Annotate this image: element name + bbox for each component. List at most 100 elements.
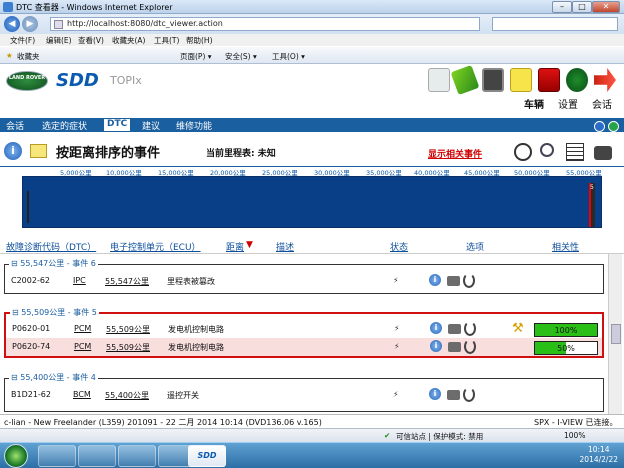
minimize-button[interactable]: – <box>552 1 572 13</box>
distance-link[interactable]: 55,547公里 <box>105 276 149 287</box>
tab-advice[interactable]: 建议 <box>142 119 160 132</box>
info-icon[interactable]: i <box>429 388 441 400</box>
col-description[interactable]: 描述 <box>276 240 294 253</box>
tab-symptoms[interactable]: 选定的症状 <box>42 119 87 132</box>
menu-favorites[interactable]: 收藏夹(A) <box>112 35 145 46</box>
favorites-button[interactable]: 收藏夹 <box>17 51 40 62</box>
event-title[interactable]: ⊟ 55,547公里 - 事件 6 <box>9 258 98 269</box>
menu-help[interactable]: 帮助(H) <box>186 35 213 46</box>
distance-link[interactable]: 55,400公里 <box>105 390 149 401</box>
col-distance[interactable]: 距离 <box>226 240 244 253</box>
distance-link[interactable]: 55,509公里 <box>106 324 150 335</box>
notepad-icon[interactable] <box>482 68 504 92</box>
event-group: ⊟ 55,400公里 - 事件 4 B1D21-62 BCM 55,400公里 … <box>4 372 604 412</box>
stethoscope-icon[interactable] <box>464 339 476 354</box>
globe-icon[interactable] <box>566 68 588 92</box>
topix-link[interactable]: TOPIx <box>110 74 142 87</box>
event-timeline[interactable]: 5 <box>22 176 602 228</box>
col-relevance[interactable]: 相关性 <box>552 240 579 253</box>
distance-scale: 5,000公里 10,000公里 15,000公里 20,000公里 25,00… <box>0 166 624 177</box>
tab-dtc[interactable]: DTC <box>104 119 131 131</box>
stethoscope-icon[interactable] <box>464 321 476 336</box>
link-session[interactable]: 会话 <box>592 96 612 111</box>
list-icon[interactable] <box>566 143 584 161</box>
maximize-button[interactable]: □ <box>572 1 592 13</box>
taskbar-media[interactable] <box>118 445 156 467</box>
status-wave-icon: ⚡ <box>393 276 399 285</box>
col-status[interactable]: 状态 <box>390 240 408 253</box>
stethoscope-icon[interactable] <box>463 273 475 288</box>
event-title[interactable]: ⊟ 55,509公里 - 事件 5 <box>10 307 99 318</box>
link-settings[interactable]: 设置 <box>558 96 578 111</box>
camera-icon[interactable] <box>448 324 461 334</box>
scrollbar-thumb[interactable] <box>611 324 621 344</box>
camera-icon[interactable] <box>447 390 460 400</box>
connection-status: SPX - I-VIEW 已连接。 <box>534 418 618 427</box>
tab-repair[interactable]: 维修功能 <box>176 119 212 132</box>
table-row[interactable]: C2002-62 IPC 55,547公里 里程表被篡改 ⚡ i <box>5 272 603 290</box>
table-row[interactable]: P0620-01 PCM 55,509公里 发电机控制电路 ⚡ i ⚒ 100% <box>6 320 602 338</box>
camera-icon[interactable] <box>447 276 460 286</box>
menu-view[interactable]: 查看(V) <box>78 35 104 46</box>
usb-icon[interactable] <box>450 64 480 96</box>
page-menu[interactable]: 页面(P) ▾ <box>180 51 212 62</box>
printer-icon[interactable] <box>594 146 612 160</box>
forward-button[interactable]: ▶ <box>22 16 38 32</box>
event-title[interactable]: ⊟ 55,400公里 - 事件 4 <box>9 372 98 383</box>
table-row[interactable]: B1D21-62 BCM 55,400公里 遥控开关 ⚡ i <box>5 386 603 404</box>
info-icon[interactable]: i <box>430 322 442 334</box>
menu-file[interactable]: 文件(F) <box>10 35 35 46</box>
start-button[interactable] <box>4 444 28 468</box>
url-text: http://localhost:8080/dtc_viewer.action <box>67 19 223 28</box>
notes-icon[interactable] <box>510 68 532 92</box>
table-row[interactable]: P0620-74 PCM 55,509公里 发电机控制电路 ⚡ i 50% <box>6 338 602 356</box>
clock-icon[interactable] <box>514 143 532 161</box>
zoom-level[interactable]: 100% <box>564 431 585 440</box>
dtc-description: 里程表被篡改 <box>167 277 215 286</box>
page-icon <box>54 20 63 29</box>
current-mileage: 当前里程表: 未知 <box>206 149 276 159</box>
refresh-icon[interactable] <box>608 121 619 132</box>
help-icon[interactable] <box>594 121 605 132</box>
menu-edit[interactable]: 编辑(E) <box>46 35 72 46</box>
taskbar-explorer[interactable] <box>78 445 116 467</box>
url-input[interactable]: http://localhost:8080/dtc_viewer.action <box>50 17 480 31</box>
wrench-icon[interactable]: ⚒ <box>512 321 524 336</box>
link-vehicle[interactable]: 车辆 <box>524 96 544 111</box>
col-ecu[interactable]: 电子控制单元（ECU） <box>110 240 201 253</box>
star-icon: ★ <box>6 51 13 60</box>
note-icon[interactable] <box>30 144 47 158</box>
distance-link[interactable]: 55,509公里 <box>106 342 150 353</box>
ecu-link[interactable]: PCM <box>74 324 91 333</box>
menu-tools[interactable]: 工具(T) <box>154 35 179 46</box>
info-icon[interactable]: i <box>4 142 22 160</box>
list-scrollbar[interactable] <box>608 254 622 414</box>
col-dtc[interactable]: 故障诊断代码（DTC） <box>6 240 96 253</box>
exit-icon[interactable] <box>594 68 616 92</box>
magnifier-icon[interactable] <box>540 143 554 157</box>
show-related-link[interactable]: 显示相关事件 <box>428 147 482 160</box>
tools-menu[interactable]: 工具(O) ▾ <box>272 51 305 62</box>
sort-arrow-icon: ▼ <box>246 240 253 250</box>
info-icon[interactable]: i <box>430 340 442 352</box>
adapter-icon[interactable] <box>428 68 450 92</box>
taskbar-sdd[interactable]: SDD <box>188 445 226 467</box>
relevance-label: 50% <box>557 344 575 353</box>
taskbar-ie[interactable] <box>38 445 76 467</box>
timeline-event-marker[interactable]: 5 <box>589 183 595 227</box>
search-input[interactable] <box>492 17 618 31</box>
info-icon[interactable]: i <box>429 274 441 286</box>
back-button[interactable]: ◀ <box>4 16 20 32</box>
sdd-status-bar: c-lian - New Freelander (L359) 201091 - … <box>0 414 624 428</box>
tab-session[interactable]: 会话 <box>6 119 24 132</box>
ecu-link[interactable]: BCM <box>73 390 91 399</box>
ecu-link[interactable]: PCM <box>74 342 91 351</box>
system-clock[interactable]: 10:14 2014/2/22 <box>580 445 618 465</box>
camera-icon[interactable] <box>448 342 461 352</box>
clock-date: 2014/2/22 <box>579 455 618 464</box>
close-button[interactable]: ✕ <box>592 1 620 13</box>
fire-icon[interactable] <box>538 68 560 92</box>
safety-menu[interactable]: 安全(S) ▾ <box>225 51 257 62</box>
stethoscope-icon[interactable] <box>463 387 475 402</box>
ecu-link[interactable]: IPC <box>73 276 86 285</box>
